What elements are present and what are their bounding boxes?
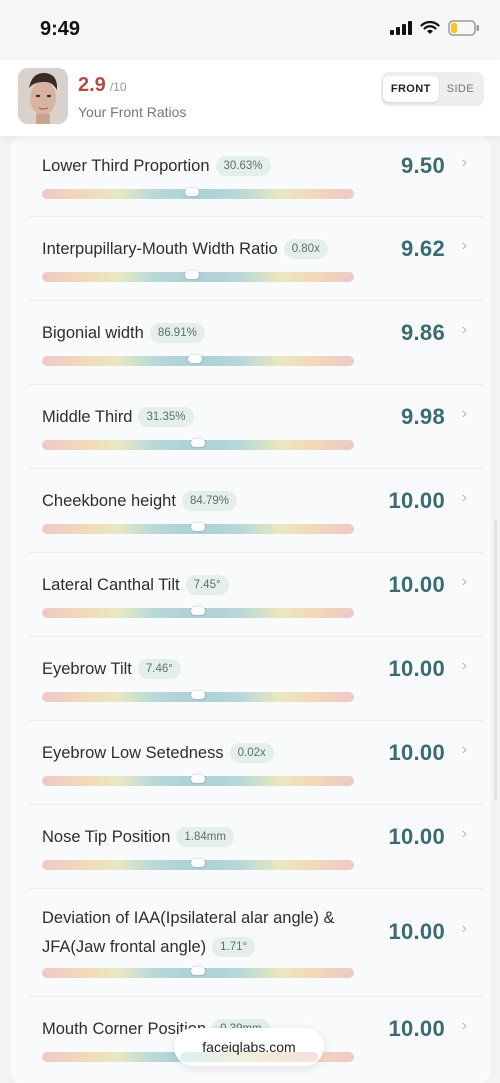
metric-row[interactable]: Middle Third 31.35% 9.98 › (28, 385, 483, 469)
metric-value-badge: 0.80x (283, 238, 328, 259)
range-indicator (191, 859, 205, 867)
metric-value-badge: 1.84mm (176, 826, 234, 847)
metric-score: 10.00 (388, 1016, 445, 1041)
chevron-right-icon: › (461, 741, 467, 758)
chevron-right-icon: › (461, 405, 467, 422)
metric-row[interactable]: Nose Tip Position 1.84mm 10.00 › (28, 805, 483, 889)
metric-row[interactable]: Eyebrow Low Setedness 0.02x 10.00 › (28, 721, 483, 805)
metric-name: Interpupillary-Mouth Width Ratio (42, 240, 278, 258)
overall-score: 2.9 /10 (78, 74, 127, 97)
range-indicator (187, 355, 202, 363)
range-bar (42, 967, 354, 978)
chevron-right-icon: › (461, 825, 467, 842)
metric-value-badge: 7.45° (185, 574, 229, 595)
metric-name: Bigonial width (42, 324, 144, 342)
cellular-signal-icon (390, 21, 412, 35)
range-indicator (191, 523, 205, 531)
tab-front[interactable]: FRONT (382, 76, 439, 102)
metric-row[interactable]: Interpupillary-Mouth Width Ratio 0.80x 9.… (28, 217, 483, 301)
range-bar (42, 607, 354, 618)
range-bar (42, 355, 354, 366)
metric-name: Lower Third Proportion (42, 157, 210, 175)
range-indicator (191, 607, 205, 615)
range-indicator (191, 775, 205, 783)
chevron-right-icon: › (461, 573, 467, 590)
chevron-right-icon: › (461, 920, 467, 937)
metric-value-badge: 0.02x (229, 742, 274, 763)
range-indicator (191, 439, 205, 447)
chevron-right-icon: › (461, 489, 467, 506)
tab-side[interactable]: SIDE (439, 76, 482, 102)
metric-score: 9.98 (400, 404, 445, 429)
metric-value-badge: 1.71° (212, 936, 256, 957)
metric-score: 10.00 (388, 488, 445, 513)
metric-score: 9.50 (400, 153, 445, 178)
chevron-right-icon: › (461, 321, 467, 338)
avatar[interactable] (18, 68, 68, 124)
range-bar (42, 439, 354, 450)
chevron-right-icon: › (461, 154, 467, 171)
range-bar (42, 271, 354, 282)
metric-row[interactable]: Lower Third Proportion 30.63% 9.50 › (28, 136, 483, 217)
metric-row[interactable]: Deviation of IAA(Ipsilateral alar angle)… (28, 889, 483, 997)
status-bar: 9:49 (0, 0, 500, 60)
range-bar (42, 523, 354, 534)
site-link[interactable]: faceiqlabs.com (174, 1028, 324, 1066)
header-subtitle: Your Front Ratios (78, 104, 187, 120)
wifi-icon (420, 21, 440, 34)
metric-score: 10.00 (388, 572, 445, 597)
metric-score: 9.86 (400, 320, 445, 345)
metric-value-badge: 86.91% (149, 322, 205, 343)
metric-score: 10.00 (388, 740, 445, 765)
chevron-right-icon: › (461, 1017, 467, 1034)
metric-value-badge: 7.46° (137, 658, 181, 679)
metric-row[interactable]: Lateral Canthal Tilt 7.45° 10.00 › (28, 553, 483, 637)
chevron-right-icon: › (461, 657, 467, 674)
status-icons (390, 20, 480, 36)
metric-value-badge: 30.63% (215, 155, 271, 176)
metric-row[interactable]: Eyebrow Tilt 7.46° 10.00 › (28, 637, 483, 721)
range-bar (42, 691, 354, 702)
metric-name: Cheekbone height (42, 492, 176, 510)
face-photo-icon (18, 68, 68, 124)
status-time: 9:49 (40, 18, 81, 40)
score-value: 2.9 (78, 74, 106, 96)
metric-score: 10.00 (388, 656, 445, 681)
ratios-header: 2.9 /10 Your Front Ratios FRONT SIDE (0, 60, 500, 136)
chevron-right-icon: › (461, 237, 467, 254)
metric-score: 10.00 (388, 919, 445, 944)
view-toggle: FRONT SIDE (380, 72, 484, 106)
metric-score: 9.62 (400, 236, 445, 261)
scrollbar[interactable] (494, 520, 497, 800)
metric-row[interactable]: Bigonial width 86.91% 9.86 › (28, 301, 483, 385)
metric-score: 10.00 (388, 824, 445, 849)
range-bar (42, 859, 354, 870)
score-max: /10 (109, 80, 127, 94)
battery-icon (448, 20, 479, 36)
metrics-list: Lower Third Proportion 30.63% 9.50 › Inte… (10, 136, 490, 1083)
metric-name: Eyebrow Low Setedness (42, 744, 224, 762)
metric-name: Eyebrow Tilt (42, 660, 132, 678)
metric-name: Nose Tip Position (42, 828, 171, 846)
metric-value-badge: 84.79% (181, 490, 237, 511)
range-bar (42, 188, 354, 199)
metric-name: Lateral Canthal Tilt (42, 576, 180, 594)
metric-name: Deviation of IAA(Ipsilateral alar angle)… (42, 909, 335, 956)
metric-name: Middle Third (42, 408, 133, 426)
metric-value-badge: 31.35% (138, 406, 194, 427)
range-indicator (191, 691, 205, 699)
range-indicator (191, 967, 205, 975)
metric-row[interactable]: Cheekbone height 84.79% 10.00 › (28, 469, 483, 553)
range-indicator (184, 188, 199, 196)
range-bar (42, 775, 354, 786)
range-indicator (184, 271, 199, 279)
